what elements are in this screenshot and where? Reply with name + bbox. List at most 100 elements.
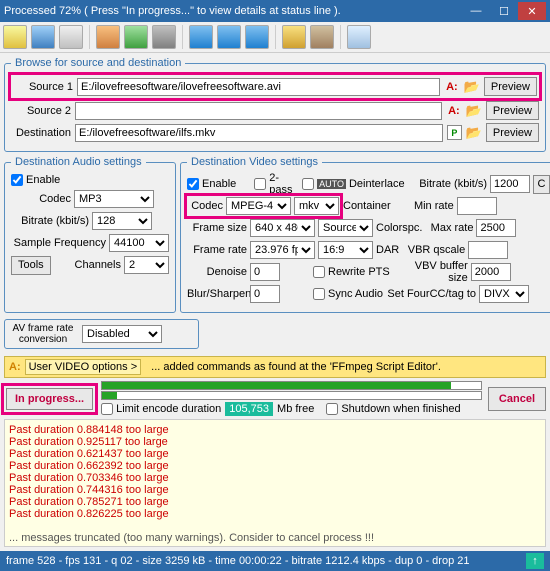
source1-label: Source 1 — [13, 81, 73, 93]
toolbar — [0, 22, 550, 53]
vbitrate-label: Bitrate (kbit/s) — [408, 178, 487, 190]
audio-codec-select[interactable]: MP3 — [74, 190, 154, 208]
source2-input[interactable] — [75, 102, 442, 120]
log-footer: ... messages truncated (too many warning… — [9, 520, 541, 544]
annot-icon-2[interactable]: A: — [446, 103, 462, 119]
c-button[interactable]: C — [533, 175, 550, 194]
toolbar-icon-6[interactable] — [152, 25, 176, 49]
minrate-input[interactable] — [457, 197, 497, 215]
toolbar-icon-10[interactable] — [282, 25, 306, 49]
blur-label: Blur/Sharpen — [187, 288, 247, 300]
vcodec-select[interactable]: MPEG-4 — [226, 197, 291, 215]
a-icon[interactable]: A: — [9, 361, 21, 373]
log-line: Past duration 0.785271 too large — [9, 496, 541, 508]
progress-area: In progress... Limit encode duration 105… — [4, 381, 546, 416]
video-legend: Destination Video settings — [187, 156, 322, 168]
vbitrate-input[interactable] — [490, 175, 530, 193]
log-line: Past duration 0.744316 too large — [9, 484, 541, 496]
aspect-select[interactable]: 16:9 — [318, 241, 373, 259]
maxrate-label: Max rate — [425, 222, 473, 234]
annot-icon[interactable]: A: — [444, 79, 460, 95]
progress-bars: Limit encode duration 105,753 Mb free Sh… — [101, 381, 482, 416]
preview-button-2[interactable]: Preview — [486, 101, 539, 120]
container-select[interactable]: mkv — [294, 197, 339, 215]
toolbar-icon-12[interactable] — [347, 25, 371, 49]
toolbar-icon-11[interactable] — [310, 25, 334, 49]
in-progress-button[interactable]: In progress... — [6, 388, 93, 410]
avfr-select[interactable]: Disabled — [82, 325, 162, 343]
twopass-check[interactable]: 2-pass — [254, 172, 299, 196]
status-text: frame 528 - fps 131 - q 02 - size 3259 k… — [6, 555, 469, 567]
mbfree-label: Mb free — [277, 403, 314, 415]
denoise-label: Denoise — [187, 266, 247, 278]
rewrite-check[interactable]: Rewrite PTS — [313, 266, 390, 278]
channels-select[interactable]: 2 — [124, 256, 169, 274]
log-line: Past duration 0.826225 too large — [9, 508, 541, 520]
audio-legend: Destination Audio settings — [11, 156, 146, 168]
blur-input[interactable] — [250, 285, 280, 303]
deint-check[interactable]: AUTODeinterlace — [302, 178, 404, 190]
user-opts-label[interactable]: User VIDEO options > — [25, 359, 142, 375]
browse-folder-icon-2[interactable] — [466, 103, 482, 119]
source1-input[interactable] — [77, 78, 440, 96]
preview-button-1[interactable]: Preview — [484, 77, 537, 96]
avfr-box: AV frame rate conversion Disabled — [4, 319, 199, 349]
limit-check[interactable]: Limit encode duration — [101, 403, 221, 415]
colorspc-label: Colorspc. — [376, 222, 422, 234]
sync-check[interactable]: Sync Audio — [313, 288, 383, 300]
preview-button-3[interactable]: Preview — [486, 123, 539, 142]
minrate-label: Min rate — [394, 200, 454, 212]
vbr-input[interactable] — [468, 241, 508, 259]
log-line: Past duration 0.621437 too large — [9, 448, 541, 460]
source1-row: Source 1 A: Preview — [11, 75, 539, 98]
audio-bitrate-select[interactable]: 128 — [92, 212, 152, 230]
toolbar-sep-1 — [89, 25, 90, 49]
denoise-input[interactable] — [250, 263, 280, 281]
audio-enable[interactable]: Enable — [11, 174, 60, 186]
browse-legend: Browse for source and destination — [11, 57, 185, 69]
channels-label: Channels — [54, 259, 121, 271]
video-fieldset: Destination Video settings Enable 2-pass… — [180, 156, 550, 313]
toolbar-icon-9[interactable] — [245, 25, 269, 49]
toolbar-icon-8[interactable] — [217, 25, 241, 49]
toolbar-icon-3[interactable] — [59, 25, 83, 49]
log-line: Past duration 0.884148 too large — [9, 424, 541, 436]
browse-folder-icon-3[interactable] — [466, 125, 482, 141]
maxrate-input[interactable] — [476, 219, 516, 237]
vbv-input[interactable] — [471, 263, 511, 281]
dest-label: Destination — [11, 127, 71, 139]
maximize-button[interactable]: ☐ — [490, 2, 518, 20]
dest-row: Destination P Preview — [11, 123, 539, 142]
framemode-select[interactable]: Source — [318, 219, 373, 237]
source2-label: Source 2 — [11, 105, 71, 117]
browse-folder-icon[interactable] — [464, 79, 480, 95]
p-icon[interactable]: P — [447, 125, 462, 140]
fourcc-select[interactable]: DIVX — [479, 285, 529, 303]
toolbar-sep-4 — [340, 25, 341, 49]
minimize-button[interactable]: — — [462, 2, 490, 20]
log-line: Past duration 0.925117 too large — [9, 436, 541, 448]
shutdown-check[interactable]: Shutdown when finished — [326, 403, 460, 415]
tools-button[interactable]: Tools — [11, 256, 51, 275]
close-button[interactable]: ✕ — [518, 2, 546, 20]
log-area[interactable]: Past duration 0.884148 too large Past du… — [4, 419, 546, 547]
toolbar-icon-7[interactable] — [189, 25, 213, 49]
container-label: Container — [343, 200, 391, 212]
video-enable[interactable]: Enable — [187, 178, 236, 190]
cancel-button[interactable]: Cancel — [488, 387, 546, 411]
toolbar-icon-4[interactable] — [96, 25, 120, 49]
framerate-select[interactable]: 23.976 fps — [250, 241, 315, 259]
dest-input[interactable] — [75, 124, 443, 142]
audio-sample-select[interactable]: 44100 — [109, 234, 169, 252]
audio-codec-label: Codec — [11, 193, 71, 205]
toolbar-sep-3 — [275, 25, 276, 49]
avfr-label: AV frame rate conversion — [8, 323, 78, 345]
audio-bitrate-label: Bitrate (kbit/s) — [11, 215, 89, 227]
source2-row: Source 2 A: Preview — [11, 101, 539, 120]
toolbar-icon-1[interactable] — [3, 25, 27, 49]
fourcc-label: Set FourCC/tag to — [386, 288, 476, 300]
toolbar-icon-5[interactable] — [124, 25, 148, 49]
status-arrow-icon[interactable]: ↑ — [526, 553, 544, 569]
toolbar-icon-2[interactable] — [31, 25, 55, 49]
framesize-select[interactable]: 640 x 480 — [250, 219, 315, 237]
